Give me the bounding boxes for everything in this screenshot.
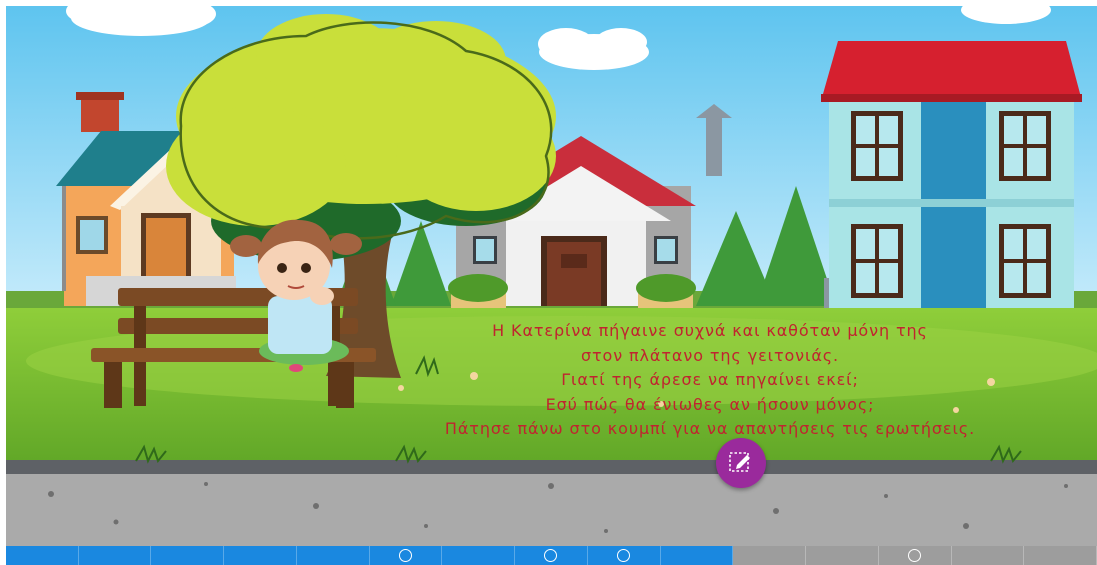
progress-segment[interactable] xyxy=(369,546,443,565)
progress-segment[interactable] xyxy=(151,546,225,565)
progress-segment[interactable] xyxy=(78,546,152,565)
activity-marker-icon xyxy=(398,548,412,562)
story-line: Πάτησε πάνω στο κουμπί για να απαντήσεις… xyxy=(444,419,976,438)
progress-segment[interactable] xyxy=(515,546,588,565)
road-curb xyxy=(6,460,1097,474)
progress-segment[interactable] xyxy=(878,546,952,565)
progress-segment[interactable] xyxy=(296,546,370,565)
activity-marker-icon xyxy=(616,548,630,562)
right-house xyxy=(821,41,1082,311)
story-text: Η Κατερίνα πήγαινε συχνά και καθόταν μόν… xyxy=(365,319,1055,442)
edit-pencil-icon xyxy=(728,448,754,478)
progress-segment[interactable] xyxy=(1024,546,1097,565)
activity-marker-icon xyxy=(544,548,557,562)
activity-marker-icon xyxy=(907,548,921,562)
story-line: στον πλάτανο της γειτονιάς. xyxy=(580,345,840,365)
progress-segment[interactable] xyxy=(951,546,1025,565)
progress-segment[interactable] xyxy=(224,546,297,565)
progress-segment[interactable] xyxy=(806,546,879,565)
progress-segment[interactable] xyxy=(587,546,661,565)
progress-segment[interactable] xyxy=(660,546,734,565)
story-scene xyxy=(6,6,1097,546)
story-line: Εσύ πώς θα ένιωθες αν ήσουν μόνος; xyxy=(545,394,875,414)
answer-questions-button[interactable] xyxy=(716,438,766,488)
progress-bar xyxy=(6,546,1097,565)
story-line: Γιατί της άρεσε να πηγαίνει εκεί; xyxy=(561,370,859,389)
story-line: Η Κατερίνα πήγαινε συχνά και καθόταν μόν… xyxy=(492,321,928,340)
progress-segment[interactable] xyxy=(6,546,79,565)
progress-segment[interactable] xyxy=(733,546,807,565)
progress-segment[interactable] xyxy=(442,546,516,565)
